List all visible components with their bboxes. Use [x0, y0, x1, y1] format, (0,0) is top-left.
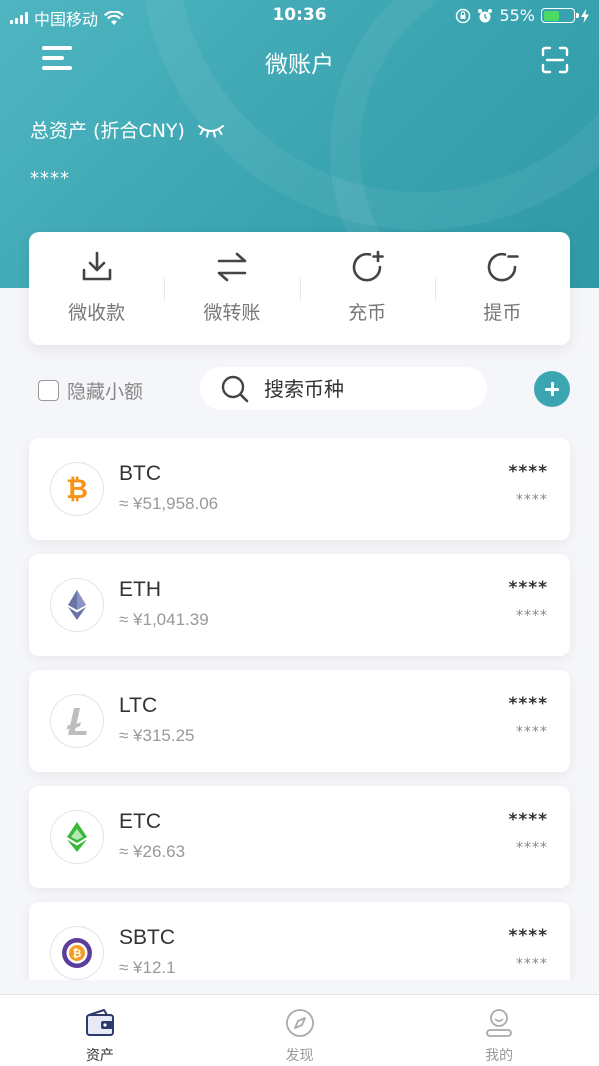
transfer-button[interactable]: 微转账 — [164, 232, 299, 345]
hide-small-toggle[interactable]: 隐藏小额 — [38, 377, 143, 404]
coin-symbol: SBTC — [119, 926, 176, 949]
eye-closed-icon[interactable] — [197, 122, 225, 138]
transfer-arrows-icon — [217, 252, 247, 282]
coin-logo — [50, 578, 104, 632]
status-bar: 中国移动 10:36 55% — [0, 0, 599, 30]
ethereum-classic-icon — [67, 822, 87, 852]
status-right: 55% — [455, 6, 589, 25]
coin-symbol: BTC — [119, 462, 161, 485]
download-icon — [82, 251, 111, 281]
withdraw-button[interactable]: 提币 — [434, 232, 570, 345]
alarm-icon — [478, 8, 493, 22]
coin-row-btc[interactable]: ₿ BTC ≈ ¥51,958.06 **** **** — [29, 438, 570, 540]
coin-price: ≈ ¥26.63 — [119, 842, 186, 861]
bitcoin-icon: ₿ — [66, 474, 88, 505]
coin-price: ≈ ¥315.25 — [119, 726, 195, 745]
page-title: 微账户 — [265, 52, 334, 78]
receive-label: 微收款 — [68, 302, 126, 324]
tab-mine-label: 我的 — [485, 1048, 514, 1064]
profile-icon — [486, 1009, 513, 1037]
transfer-label: 微转账 — [203, 302, 261, 324]
coin-symbol: ETH — [119, 578, 161, 601]
total-assets-label: 总资产 (折合CNY) — [30, 116, 225, 143]
coin-logo — [50, 694, 104, 748]
battery-percent: 55% — [499, 6, 535, 25]
coin-value: **** — [516, 840, 548, 856]
withdraw-label: 提币 — [483, 302, 522, 324]
tab-mine[interactable]: 我的 — [399, 995, 599, 1066]
add-coin-button[interactable] — [534, 371, 570, 407]
orientation-lock-icon — [456, 8, 471, 23]
coin-logo — [50, 810, 104, 864]
compass-icon — [285, 1009, 314, 1037]
battery-level — [543, 10, 560, 21]
coin-balance: **** — [508, 462, 548, 482]
search-input[interactable] — [264, 376, 464, 401]
withdraw-refresh-minus-icon — [488, 252, 520, 282]
tab-assets[interactable]: 资产 — [0, 995, 200, 1066]
tab-discover[interactable]: 发现 — [200, 995, 400, 1066]
bottom-tab-bar: 资产 发现 我的 — [0, 994, 599, 1066]
coin-balance: **** — [508, 810, 548, 830]
search-icon — [221, 375, 249, 402]
hide-small-checkbox[interactable] — [38, 380, 59, 401]
coin-value: **** — [516, 724, 548, 740]
wallet-icon — [85, 1009, 114, 1036]
coin-balance: **** — [508, 694, 548, 714]
charging-icon — [581, 8, 589, 23]
coin-value: **** — [516, 492, 548, 508]
coin-row-sbtc[interactable]: ₿ SBTC ≈ ¥12.1 **** **** — [29, 902, 570, 980]
coin-balance: **** — [508, 926, 548, 946]
coin-row-etc[interactable]: ETC ≈ ¥26.63 **** **** — [29, 786, 570, 888]
tab-assets-label: 资产 — [85, 1048, 114, 1064]
coin-value: **** — [516, 608, 548, 624]
deposit-label: 充币 — [348, 302, 387, 324]
quick-actions-card: 微收款 微转账 充币 提币 — [29, 232, 570, 345]
coin-price: ≈ ¥12.1 — [119, 958, 176, 977]
tab-discover-label: 发现 — [285, 1048, 314, 1064]
total-assets-text: 总资产 (折合CNY) — [30, 120, 185, 142]
coin-logo: ₿ — [50, 926, 104, 980]
super-bitcoin-icon: ₿ — [62, 938, 92, 968]
deposit-refresh-plus-icon — [352, 250, 384, 282]
svg-text:₿: ₿ — [66, 474, 88, 505]
coin-balance: **** — [508, 578, 548, 598]
coin-value: **** — [516, 956, 548, 972]
ethereum-icon — [68, 590, 86, 620]
coin-list[interactable]: ₿ BTC ≈ ¥51,958.06 **** **** ETH ≈ ¥1,04… — [0, 438, 599, 980]
litecoin-icon — [66, 708, 87, 735]
svg-text:₿: ₿ — [73, 947, 82, 960]
deposit-button[interactable]: 充币 — [299, 232, 435, 345]
coin-price: ≈ ¥1,041.39 — [119, 610, 209, 629]
coin-row-eth[interactable]: ETH ≈ ¥1,041.39 **** **** — [29, 554, 570, 656]
battery-icon — [541, 8, 579, 23]
search-box[interactable] — [200, 367, 487, 410]
coin-symbol: ETC — [119, 810, 161, 833]
coin-logo: ₿ — [50, 462, 104, 516]
hide-small-label: 隐藏小额 — [67, 381, 144, 403]
receive-button[interactable]: 微收款 — [29, 232, 164, 345]
scan-icon[interactable] — [541, 46, 569, 74]
coin-price: ≈ ¥51,958.06 — [119, 494, 219, 513]
total-assets-value: **** — [30, 168, 70, 189]
coin-row-ltc[interactable]: LTC ≈ ¥315.25 **** **** — [29, 670, 570, 772]
coin-symbol: LTC — [119, 694, 158, 717]
